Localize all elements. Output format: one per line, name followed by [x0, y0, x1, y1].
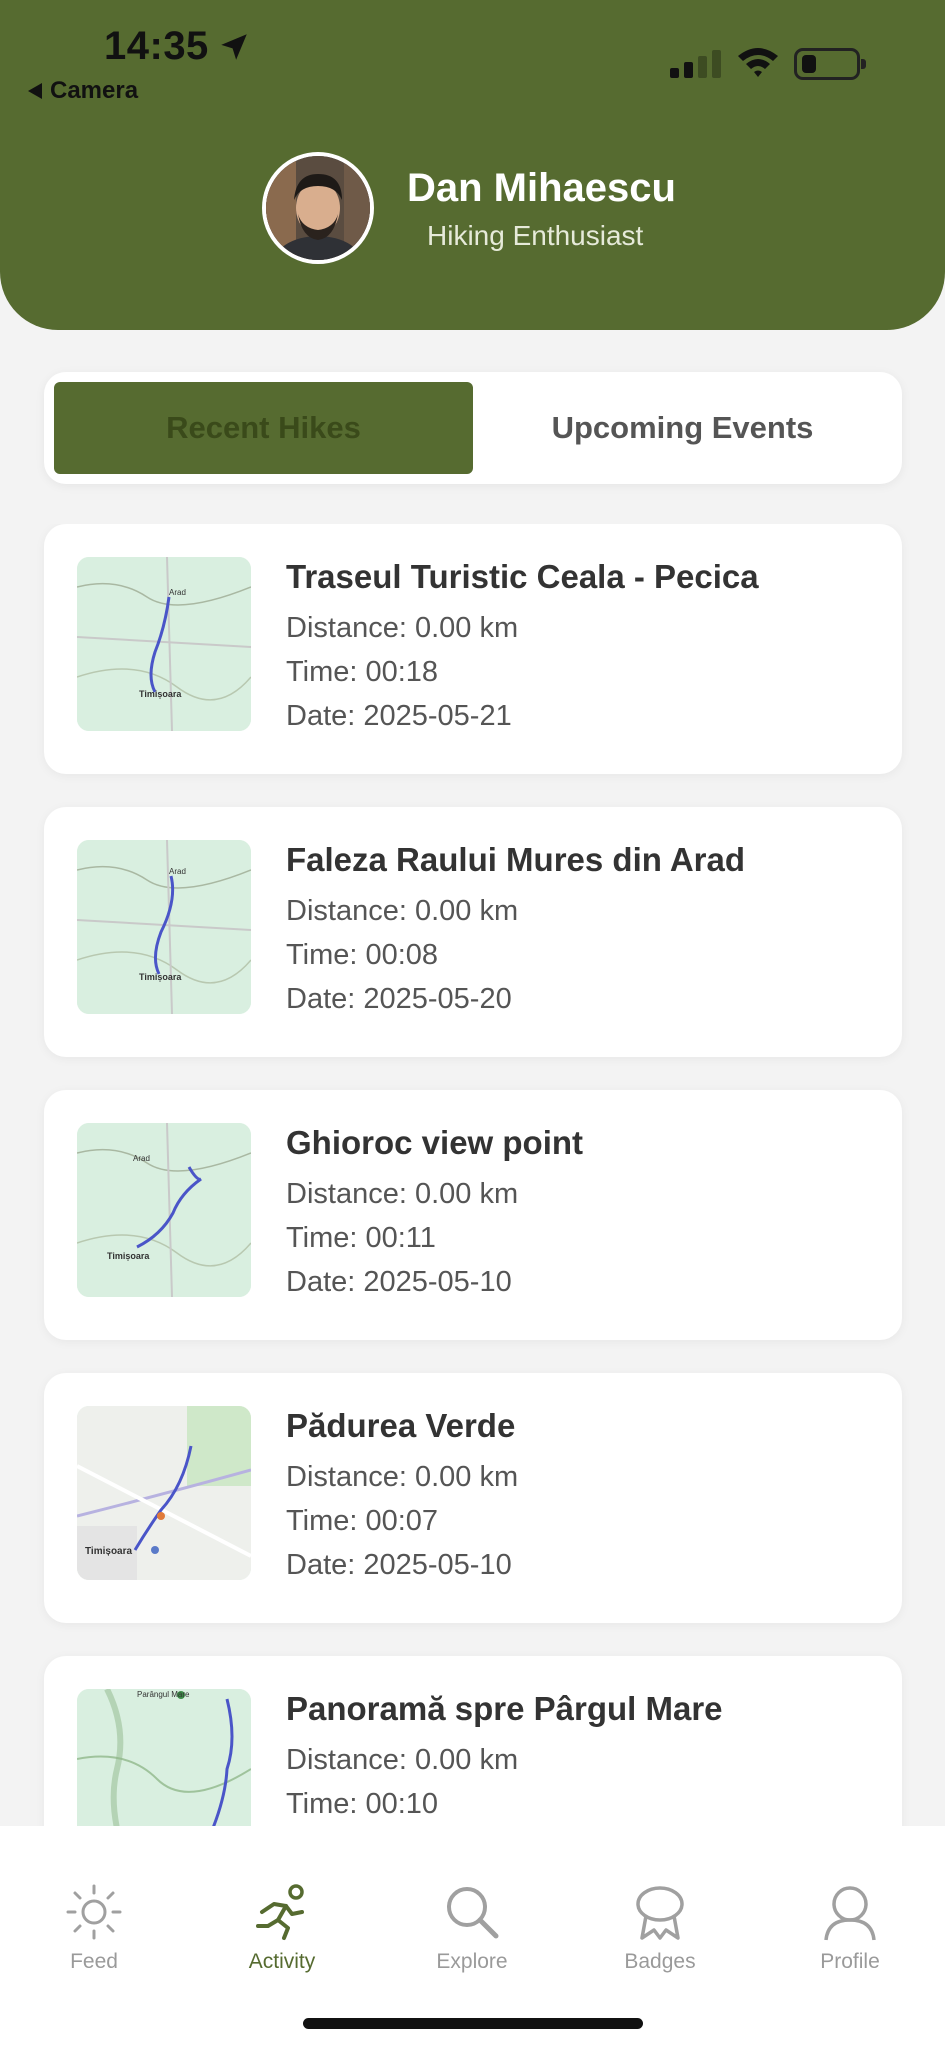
hike-card[interactable]: Arad Timișoara Faleza Raului Mures din A…: [44, 807, 902, 1057]
nav-label: Activity: [248, 1950, 316, 1973]
map-label: Arad: [169, 867, 186, 876]
status-time-text: 14:35: [104, 24, 209, 68]
hike-distance: Distance: 0.00 km: [286, 895, 519, 927]
location-arrow-icon: [221, 33, 247, 60]
hike-card[interactable]: Timișoara Pădurea Verde Distance: 0.00 k…: [44, 1373, 902, 1623]
hike-date: Date: 2025-05-10: [286, 1266, 512, 1298]
search-icon: [447, 1887, 499, 1939]
wifi-icon: [738, 48, 778, 77]
hike-title: Panoramă spre Pârgul Mare: [286, 1690, 723, 1727]
status-bar-time: 14:35: [104, 24, 251, 69]
back-label: Camera: [50, 77, 139, 104]
hike-time: Time: 00:07: [286, 1505, 439, 1537]
nav-label: Profile: [820, 1950, 880, 1973]
nav-profile[interactable]: Profile: [780, 1882, 920, 1974]
route-map-thumbnail: Timișoara: [77, 1406, 251, 1580]
hike-title: Traseul Turistic Ceala - Pecica: [286, 558, 759, 595]
tab-recent-hikes[interactable]: Recent Hikes: [54, 382, 473, 474]
hike-title: Ghioroc view point: [286, 1124, 584, 1161]
bottom-tab-bar: Feed Activity Explore Badges Profile: [0, 1826, 945, 2048]
hike-time: Time: 00:11: [286, 1222, 436, 1254]
hike-card[interactable]: Parângul Mare Panoramă spre Pârgul Mare …: [44, 1656, 902, 1826]
nav-label: Badges: [624, 1950, 696, 1973]
hike-distance: Distance: 0.00 km: [286, 612, 519, 644]
hike-title: Faleza Raului Mures din Arad: [286, 841, 746, 878]
nav-label: Explore: [436, 1950, 508, 1973]
profile-header: 14:35 Camera Dan Mihaescu Hiking Enthusi…: [0, 0, 945, 330]
map-label: Timișoara: [107, 1251, 150, 1261]
back-arrow-icon: [28, 83, 42, 99]
user-avatar[interactable]: [262, 152, 374, 264]
hike-distance: Distance: 0.00 km: [286, 1744, 519, 1776]
nav-feed[interactable]: Feed: [24, 1882, 164, 1974]
hikes-tab-bar: Recent Hikes Upcoming Events: [44, 372, 902, 484]
hike-date: Date: 2025-05-21: [286, 700, 512, 732]
hike-card[interactable]: Arad Timișoara Ghioroc view point Distan…: [44, 1090, 902, 1340]
battery-icon: [794, 48, 866, 80]
hike-date: Date: 2025-05-20: [286, 983, 512, 1015]
map-label: Timișoara: [85, 1546, 132, 1557]
nav-label: Feed: [70, 1950, 118, 1973]
map-label: Timișoara: [139, 689, 182, 699]
map-label: Parângul Mare: [137, 1690, 190, 1699]
home-indicator[interactable]: [303, 2018, 643, 2029]
map-label: Arad: [133, 1154, 150, 1163]
running-icon: [256, 1884, 304, 1940]
back-to-camera-button[interactable]: Camera: [28, 77, 138, 105]
hike-time: Time: 00:18: [286, 656, 439, 688]
user-subtitle: Hiking Enthusiast: [427, 220, 644, 251]
recent-hikes-list[interactable]: Arad Timișoara Traseul Turistic Ceala - …: [0, 524, 945, 1826]
route-map-thumbnail: Arad Timișoara: [77, 840, 251, 1014]
user-name: Dan Mihaescu: [407, 166, 676, 210]
tab-upcoming-events[interactable]: Upcoming Events: [473, 382, 892, 474]
nav-explore[interactable]: Explore: [402, 1882, 542, 1974]
sun-icon: [66, 1884, 122, 1940]
nav-badges[interactable]: Badges: [590, 1882, 730, 1974]
map-label: Timișoara: [139, 972, 182, 982]
route-map-thumbnail: Arad Timișoara: [77, 1123, 251, 1297]
hike-card[interactable]: Arad Timișoara Traseul Turistic Ceala - …: [44, 524, 902, 774]
nav-activity[interactable]: Activity: [212, 1882, 352, 1974]
cellular-signal-icon: [670, 48, 721, 78]
hike-time: Time: 00:10: [286, 1788, 439, 1820]
hike-title: Pădurea Verde: [286, 1407, 516, 1444]
hike-date: Date: 2025-05-10: [286, 1549, 512, 1581]
hike-distance: Distance: 0.00 km: [286, 1178, 519, 1210]
hike-time: Time: 00:08: [286, 939, 439, 971]
route-map-thumbnail: Arad Timișoara: [77, 557, 251, 731]
hike-distance: Distance: 0.00 km: [286, 1461, 519, 1493]
badge-icon: [636, 1886, 684, 1940]
route-map-thumbnail: Parângul Mare: [77, 1689, 251, 1826]
person-icon: [824, 1886, 876, 1941]
map-label: Arad: [169, 588, 186, 597]
